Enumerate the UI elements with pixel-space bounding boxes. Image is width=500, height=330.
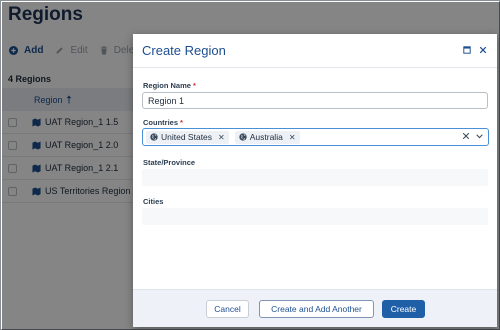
multiselect-controls xyxy=(457,132,484,140)
create-region-dialog: Create Region Region Name* Countries* Un… xyxy=(133,34,497,327)
globe-icon xyxy=(150,133,158,141)
dialog-title: Create Region xyxy=(142,43,226,58)
countries-label: Countries * xyxy=(143,118,183,127)
required-marker: * xyxy=(192,81,196,90)
required-marker: * xyxy=(180,118,183,127)
country-chip: Australia ✕ xyxy=(234,130,300,144)
country-chip: United States ✕ xyxy=(146,130,229,144)
chevron-down-icon[interactable] xyxy=(475,132,484,140)
remove-chip-icon[interactable]: ✕ xyxy=(289,133,296,142)
country-chip-label: United States xyxy=(161,132,213,142)
cancel-button[interactable]: Cancel xyxy=(206,300,249,318)
dialog-header: Create Region xyxy=(133,34,497,68)
create-button[interactable]: Create xyxy=(382,300,425,318)
dialog-footer: Cancel Create and Add Another Create xyxy=(133,289,497,327)
app-frame: Regions Add Edit Delete 4 Regions Region xyxy=(0,0,500,330)
countries-label-text: Countries xyxy=(143,118,179,127)
region-name-input[interactable] xyxy=(142,92,488,109)
maximize-icon[interactable] xyxy=(463,46,471,54)
region-name-label: Region Name * xyxy=(143,81,196,90)
cities-field[interactable] xyxy=(142,208,488,225)
state-province-field[interactable] xyxy=(142,169,488,186)
remove-chip-icon[interactable]: ✕ xyxy=(218,133,225,142)
dialog-controls xyxy=(455,46,487,54)
globe-icon xyxy=(239,133,247,141)
countries-multiselect[interactable]: United States ✕ Australia ✕ xyxy=(142,128,489,146)
create-and-add-another-button[interactable]: Create and Add Another xyxy=(259,300,374,318)
state-province-label: State/Province xyxy=(143,158,196,167)
cities-label: Cities xyxy=(143,197,164,206)
country-chip-label: Australia xyxy=(249,132,283,142)
region-name-label-text: Region Name xyxy=(143,81,191,90)
clear-icon[interactable] xyxy=(462,132,470,140)
close-icon[interactable] xyxy=(479,46,487,54)
